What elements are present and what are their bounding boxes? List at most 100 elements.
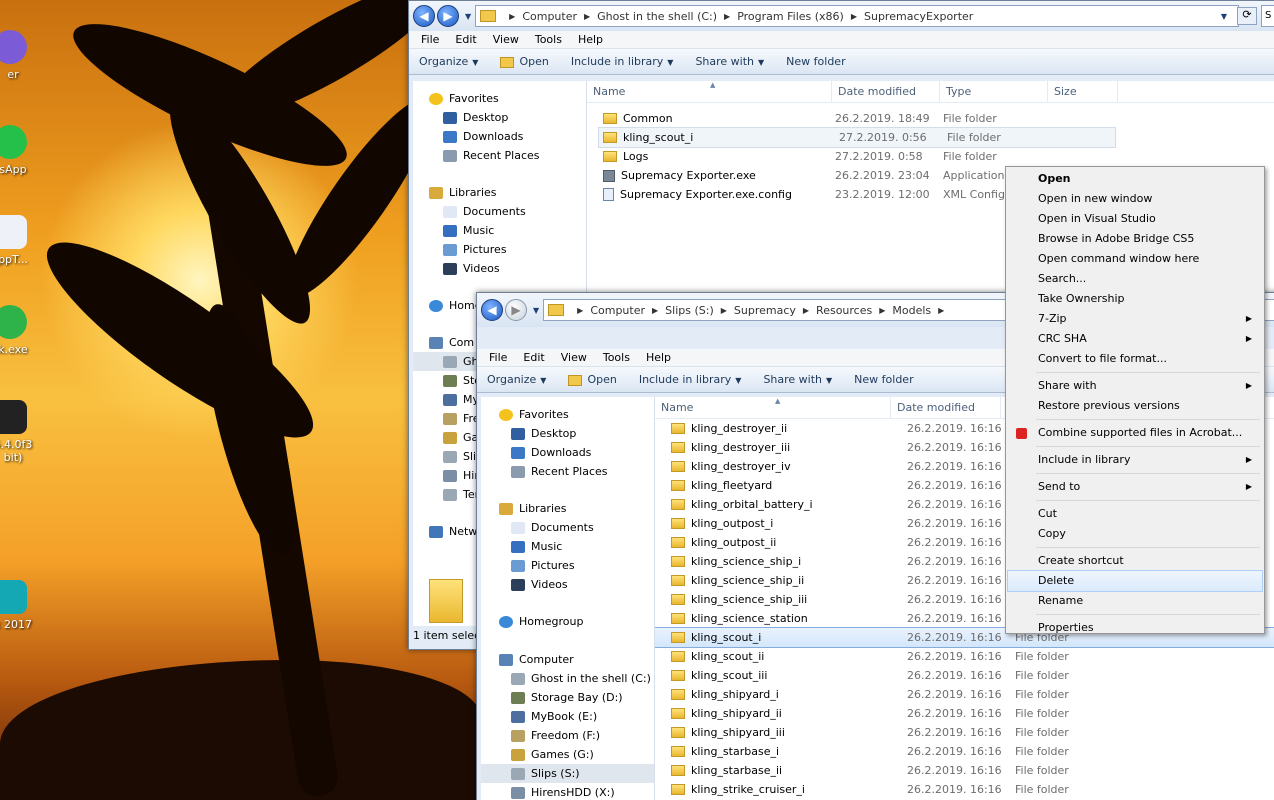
menu-item-convert-to-file-format[interactable]: Convert to file format...	[1008, 349, 1262, 369]
refresh-icon[interactable]: ⟳	[1237, 7, 1257, 25]
back-arrow-icon[interactable]: ◀	[481, 299, 503, 321]
organize-button[interactable]: Organize ▼	[419, 55, 478, 68]
menu-item-take-ownership[interactable]: Take Ownership	[1008, 289, 1262, 309]
search-input[interactable]: S	[1261, 5, 1274, 27]
breadcrumb-item[interactable]: Program Files (x86)	[737, 10, 844, 23]
desktop-shortcut[interactable]: x 2017	[0, 580, 40, 631]
nav-item[interactable]: Videos	[481, 575, 654, 594]
breadcrumb-item[interactable]: Slips (S:)	[665, 304, 714, 317]
desktop-shortcut[interactable]: sApp	[0, 125, 40, 176]
desktop-shortcut[interactable]: 5.4.0f3 bit)	[0, 400, 40, 464]
nav-item[interactable]: Storage Bay (D:)	[481, 688, 654, 707]
file-row[interactable]: Logs 27.2.2019. 0:58 File folder	[587, 147, 1274, 166]
nav-item[interactable]: Music	[413, 221, 586, 240]
nav-item[interactable]: MyBook (E:)	[481, 707, 654, 726]
file-row[interactable]: kling_shipyard_i 26.2.2019. 16:16 File fol…	[655, 685, 1274, 704]
menu-item-delete[interactable]: Delete	[1007, 570, 1263, 592]
desktop-shortcut[interactable]: ppT...	[0, 215, 40, 266]
menu-item-open-command-window-here[interactable]: Open command window here	[1008, 249, 1262, 269]
nav-item[interactable]: Videos	[413, 259, 586, 278]
menu-tools[interactable]: Tools	[595, 351, 638, 364]
breadcrumb[interactable]: ▶ Computer ▶ Ghost in the shell (C:) ▶ Progra…	[475, 5, 1239, 27]
column-header-date-modified[interactable]: Date modified	[891, 397, 1001, 418]
breadcrumb-chevron-icon[interactable]: ▶	[652, 306, 658, 315]
menu-item-properties[interactable]: Properties	[1008, 618, 1262, 638]
desktop-shortcut[interactable]: er	[0, 30, 40, 81]
breadcrumb-item[interactable]: Supremacy	[734, 304, 796, 317]
breadcrumb-item[interactable]: Ghost in the shell (C:)	[597, 10, 717, 23]
nav-item[interactable]: Slips (S:)	[481, 764, 654, 783]
new-folder-button[interactable]: New folder	[786, 55, 845, 68]
column-header-type[interactable]: Type	[940, 81, 1048, 102]
nav-item[interactable]: Desktop	[413, 108, 586, 127]
share-with-button[interactable]: Share with ▼	[695, 55, 764, 68]
menu-item-rename[interactable]: Rename	[1008, 591, 1262, 611]
menu-item-include-in-library[interactable]: Include in library ▶	[1008, 450, 1262, 470]
recent-pages-chevron-icon[interactable]: ▼	[465, 12, 471, 21]
file-row[interactable]: kling_scout_ii 26.2.2019. 16:16 File folde…	[655, 647, 1274, 666]
file-row[interactable]: kling_scout_iii 26.2.2019. 16:16 File fold…	[655, 666, 1274, 685]
nav-item[interactable]: Documents	[413, 202, 586, 221]
nav-item[interactable]: Downloads	[481, 443, 654, 462]
recent-pages-chevron-icon[interactable]: ▼	[533, 306, 539, 315]
menu-item-open-in-visual-studio[interactable]: Open in Visual Studio	[1008, 209, 1262, 229]
breadcrumb-chevron-icon[interactable]: ▶	[721, 306, 727, 315]
nav-item[interactable]: Recent Places	[481, 462, 654, 481]
nav-item[interactable]: Ghost in the shell (C:)	[481, 669, 654, 688]
file-row[interactable]: kling_shipyard_ii 26.2.2019. 16:16 File fo…	[655, 704, 1274, 723]
breadcrumb-chevron-icon[interactable]: ▶	[724, 12, 730, 21]
nav-item[interactable]: Recent Places	[413, 146, 586, 165]
menu-file[interactable]: File	[481, 351, 515, 364]
breadcrumb-chevron-icon[interactable]: ▶	[577, 306, 583, 315]
breadcrumb-item[interactable]: Computer	[522, 10, 577, 23]
nav-item[interactable]: Downloads	[413, 127, 586, 146]
menu-item-create-shortcut[interactable]: Create shortcut	[1008, 551, 1262, 571]
nav-item[interactable]: Games (G:)	[481, 745, 654, 764]
organize-button[interactable]: Organize ▼	[487, 373, 546, 386]
nav-favorites[interactable]: Favorites	[413, 89, 586, 108]
address-dropdown-icon[interactable]: ▼	[1221, 12, 1227, 21]
file-row[interactable]: kling_starbase_ii 26.2.2019. 16:16 File fo…	[655, 761, 1274, 780]
back-arrow-icon[interactable]: ◀	[413, 5, 435, 27]
nav-computer[interactable]: Computer	[481, 650, 654, 669]
open-button[interactable]: Open	[568, 373, 617, 386]
file-row[interactable]: kling_strike_cruiser_i 26.2.2019. 16:16 Fi…	[655, 780, 1274, 799]
column-header-name[interactable]: Name	[655, 397, 891, 418]
include-in-library-button[interactable]: Include in library ▼	[571, 55, 674, 68]
breadcrumb-item[interactable]: Models	[892, 304, 931, 317]
menu-view[interactable]: View	[485, 33, 527, 46]
menu-item-restore-previous-versions[interactable]: Restore previous versions	[1008, 396, 1262, 416]
new-folder-button[interactable]: New folder	[854, 373, 913, 386]
menu-item-combine-supported-files-in-acrobat[interactable]: Combine supported files in Acrobat...	[1008, 423, 1262, 443]
menu-tools[interactable]: Tools	[527, 33, 570, 46]
breadcrumb-chevron-icon[interactable]: ▶	[879, 306, 885, 315]
menu-item-crc-sha[interactable]: CRC SHA ▶	[1008, 329, 1262, 349]
nav-item[interactable]: Documents	[481, 518, 654, 537]
menu-edit[interactable]: Edit	[447, 33, 484, 46]
menu-item-cut[interactable]: Cut	[1008, 504, 1262, 524]
breadcrumb-chevron-icon[interactable]: ▶	[803, 306, 809, 315]
menu-item-share-with[interactable]: Share with ▶	[1008, 376, 1262, 396]
file-row[interactable]: kling_starbase_i 26.2.2019. 16:16 File fol…	[655, 742, 1274, 761]
breadcrumb-item[interactable]: Computer	[590, 304, 645, 317]
menu-help[interactable]: Help	[638, 351, 679, 364]
breadcrumb-chevron-icon[interactable]: ▶	[584, 12, 590, 21]
forward-arrow-icon[interactable]: ▶	[505, 299, 527, 321]
breadcrumb-chevron-icon[interactable]: ▶	[509, 12, 515, 21]
menu-view[interactable]: View	[553, 351, 595, 364]
menu-item-open[interactable]: Open	[1008, 169, 1262, 189]
menu-item-send-to[interactable]: Send to ▶	[1008, 477, 1262, 497]
menu-edit[interactable]: Edit	[515, 351, 552, 364]
breadcrumb-chevron-icon[interactable]: ▶	[851, 12, 857, 21]
nav-item[interactable]: HirensHDD (X:)	[481, 783, 654, 800]
nav-item[interactable]: Desktop	[481, 424, 654, 443]
nav-item[interactable]: Freedom (F:)	[481, 726, 654, 745]
forward-arrow-icon[interactable]: ▶	[437, 5, 459, 27]
nav-homegroup[interactable]: Homegroup	[481, 612, 654, 631]
column-header-size[interactable]: Size	[1048, 81, 1118, 102]
nav-favorites[interactable]: Favorites	[481, 405, 654, 424]
desktop-shortcut[interactable]: k.exe	[0, 305, 40, 356]
nav-libraries[interactable]: Libraries	[413, 183, 586, 202]
menu-item-search[interactable]: Search...	[1008, 269, 1262, 289]
menu-file[interactable]: File	[413, 33, 447, 46]
